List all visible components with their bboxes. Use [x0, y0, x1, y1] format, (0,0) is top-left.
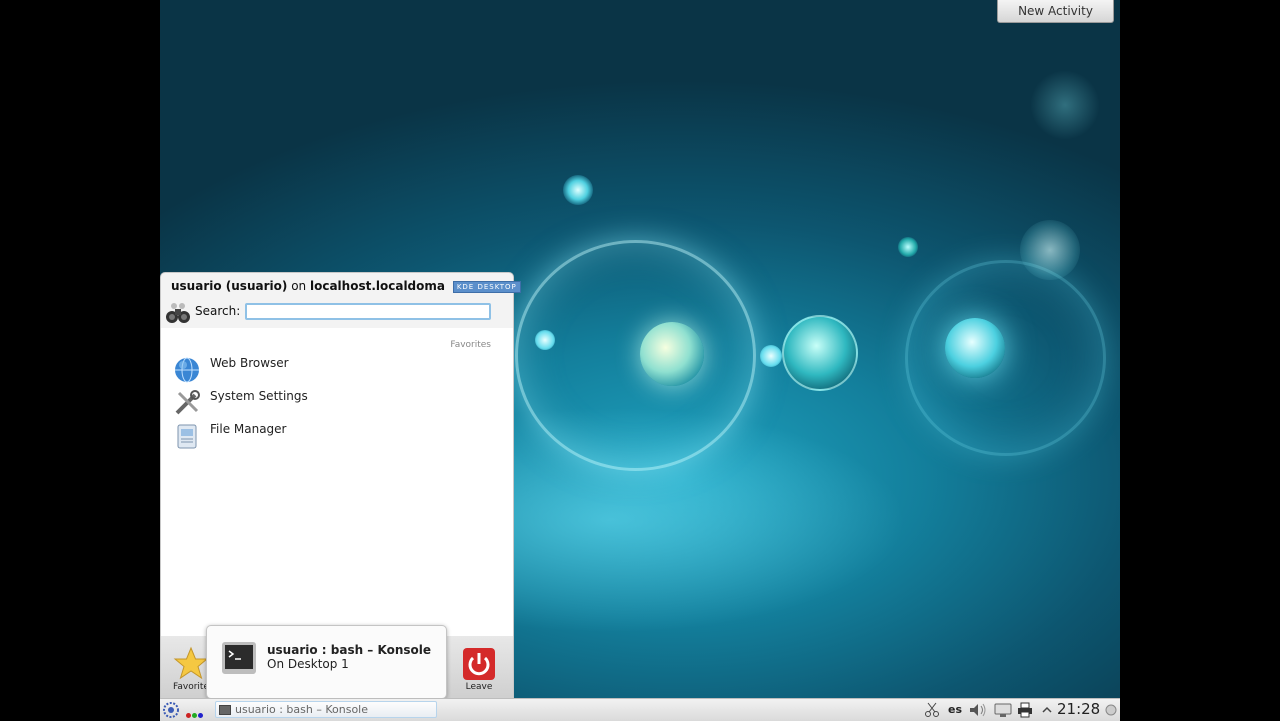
scissors-icon[interactable] — [924, 702, 940, 718]
launcher-header: usuario (usuario) on localhost.localdoma… — [171, 279, 521, 293]
tab-label: Leave — [465, 682, 493, 692]
favorite-label: File Manager — [210, 422, 287, 436]
tools-icon — [175, 390, 200, 415]
binoculars-icon — [166, 303, 190, 323]
user-name: usuario (usuario) — [171, 279, 288, 293]
favorite-system-settings[interactable]: System Settings — [173, 387, 493, 419]
globe-icon — [175, 357, 199, 383]
task-tooltip: usuario : bash – Konsole On Desktop 1 — [206, 625, 447, 699]
file-manager-icon — [177, 424, 197, 449]
host-name: localhost.localdoma — [309, 279, 445, 293]
new-activity-button[interactable]: New Activity — [997, 0, 1114, 23]
volume-icon[interactable] — [968, 702, 988, 718]
wallpaper-ring — [905, 260, 1106, 456]
panel-toolbox-icon[interactable] — [1104, 702, 1118, 718]
wallpaper-orb — [760, 345, 782, 367]
terminal-icon — [222, 642, 256, 674]
chevron-up-icon[interactable] — [1040, 702, 1054, 718]
taskbar-task-konsole[interactable]: usuario : bash – Konsole — [215, 701, 437, 718]
wallpaper-orb — [945, 318, 1005, 378]
favorite-web-browser[interactable]: Web Browser — [173, 354, 493, 386]
favorites-list: Favorites Web Browser System Settings Fi… — [161, 328, 513, 636]
tab-label: Favorite — [173, 682, 209, 692]
printer-icon[interactable] — [1017, 702, 1033, 718]
clock[interactable]: 21:28 — [1057, 700, 1100, 718]
bottom-panel: usuario : bash – Konsole es 21:28 — [160, 698, 1120, 721]
pager-dot — [192, 713, 197, 718]
wallpaper-orb — [782, 315, 858, 391]
wallpaper-orb — [640, 322, 704, 386]
wallpaper-ring — [515, 240, 756, 471]
wallpaper-orb — [898, 237, 918, 257]
tab-leave[interactable]: Leave — [449, 646, 509, 692]
wallpaper-orb — [1020, 220, 1080, 280]
favorites-header: Favorites — [450, 340, 491, 350]
kde-desktop-badge: KDE DESKTOP — [452, 280, 521, 293]
wallpaper-orb — [535, 330, 555, 350]
pager-dot — [186, 713, 191, 718]
favorite-label: System Settings — [210, 389, 308, 403]
power-icon — [463, 648, 495, 680]
network-icon[interactable] — [994, 702, 1012, 718]
wallpaper-orb — [1030, 70, 1100, 140]
favorite-file-manager[interactable]: File Manager — [173, 420, 493, 452]
search-input[interactable] — [245, 303, 491, 320]
on-word: on — [291, 279, 307, 293]
star-icon — [173, 646, 209, 680]
keyboard-layout[interactable]: es — [948, 703, 962, 716]
kde-menu-icon[interactable] — [161, 700, 181, 720]
favorite-label: Web Browser — [210, 356, 289, 370]
tooltip-title: usuario : bash – Konsole — [267, 643, 431, 657]
wallpaper-orb — [563, 175, 593, 205]
terminal-icon — [219, 705, 231, 715]
tooltip-subtitle: On Desktop 1 — [267, 657, 349, 671]
search-label: Search: — [195, 304, 241, 318]
pager-dot — [198, 713, 203, 718]
task-label: usuario : bash – Konsole — [235, 703, 368, 716]
activity-pager[interactable] — [186, 707, 204, 721]
